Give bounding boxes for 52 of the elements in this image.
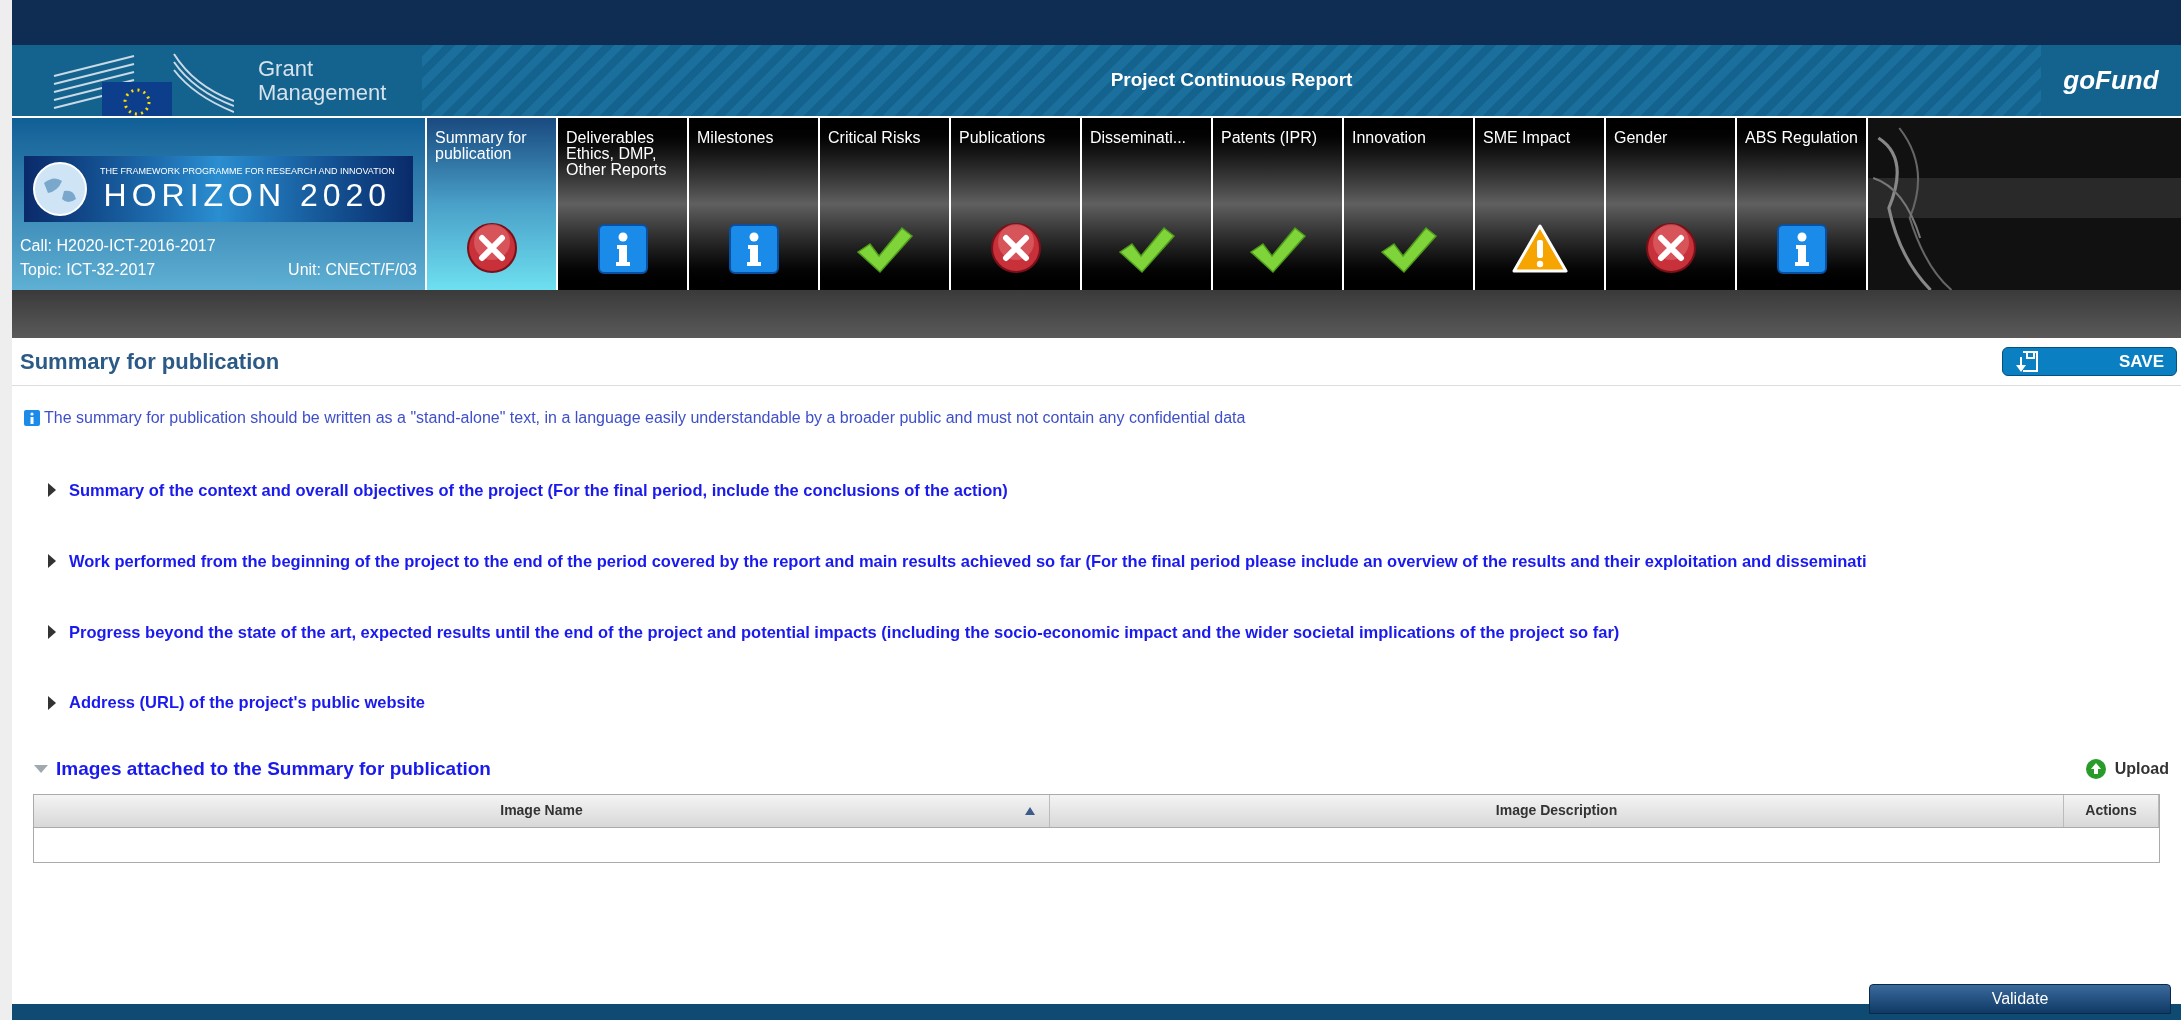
check-icon: [1117, 226, 1176, 274]
brand-name: Management: [258, 80, 387, 105]
report-tab[interactable]: Publications: [951, 118, 1082, 290]
page-title: Project Continuous Report: [1110, 68, 1353, 93]
collapsed-caret-icon[interactable]: [47, 483, 57, 498]
upload-icon: [2084, 758, 2107, 781]
gofund-logo: goFund: [2063, 64, 2159, 97]
collapsed-caret-icon[interactable]: [47, 624, 57, 639]
section-heading[interactable]: Work performed from the beginning of the project to the end of the period covered by the report and main results achieved so far (For the final period please include an overview of the results and their exploitation and disseminati: [69, 548, 1867, 574]
column-header[interactable]: Actions: [2064, 794, 2159, 827]
column-header[interactable]: Image Description: [1050, 794, 2064, 827]
save-button[interactable]: SAVE: [2002, 347, 2177, 376]
info-icon: [728, 224, 779, 274]
info-icon: [24, 410, 40, 426]
report-tab[interactable]: SME Impact: [1475, 118, 1606, 290]
check-icon: [1248, 226, 1307, 274]
report-tab[interactable]: Innovation: [1344, 118, 1475, 290]
error-icon: [989, 222, 1042, 274]
info-icon: [597, 224, 648, 274]
globe-icon: [32, 161, 88, 217]
column-header[interactable]: Image Name: [34, 794, 1050, 827]
error-icon: [465, 222, 518, 274]
section-heading[interactable]: Summary of the context and overall objectives of the project (For the final period, include the conclusions of the action): [69, 478, 1008, 503]
report-tab[interactable]: Summary for publication: [427, 118, 558, 290]
brand-name: Grant: [258, 56, 315, 81]
report-tab[interactable]: ABS Regulation: [1737, 118, 1868, 290]
section-heading[interactable]: Address (URL) of the project's public website: [69, 690, 425, 715]
call-label: Call: H2020-ICT-2016-2017: [20, 236, 217, 256]
report-tab[interactable]: Patents (IPR): [1213, 118, 1344, 290]
check-icon: [855, 226, 914, 274]
section-title: Summary for publication: [20, 348, 280, 376]
banner-title: HORIZON 2020: [103, 176, 392, 213]
report-tab[interactable]: Gender: [1606, 118, 1737, 290]
topic-label: Topic: ICT-32-2017: [20, 260, 156, 280]
banner-subtitle: THE FRAMEWORK PROGRAMME FOR RESEARCH AND INNOVATION: [100, 165, 395, 177]
report-tab[interactable]: Critical Risks: [820, 118, 951, 290]
report-tab[interactable]: Milestones: [689, 118, 820, 290]
error-icon: [1644, 222, 1697, 274]
validate-button[interactable]: Validate: [1869, 984, 2171, 1014]
report-tab[interactable]: Disseminati...: [1082, 118, 1213, 290]
save-icon: [2015, 350, 2039, 373]
section-heading[interactable]: Images attached to the Summary for publication: [56, 755, 491, 784]
unit-label: Unit: CNECT/F/03: [288, 260, 417, 280]
warning-icon: [1511, 224, 1568, 274]
report-tab[interactable]: Deliverables Ethics, DMP, Other Reports: [558, 118, 689, 290]
check-icon: [1379, 226, 1438, 274]
info-icon: [1776, 224, 1827, 274]
section-heading[interactable]: Progress beyond the state of the art, expected results until the end of the project and potential impacts (including the socio-economic impact and the wider societal implications of the project so far): [69, 619, 1620, 645]
info-text: The summary for publication should be written as a "stand-alone" text, in a language easily understandable by a broader public and must not contain any confidential data: [44, 408, 1246, 428]
collapsed-caret-icon[interactable]: [47, 695, 57, 710]
collapsed-caret-icon[interactable]: [47, 554, 57, 569]
upload-button[interactable]: Upload: [2084, 757, 2169, 782]
